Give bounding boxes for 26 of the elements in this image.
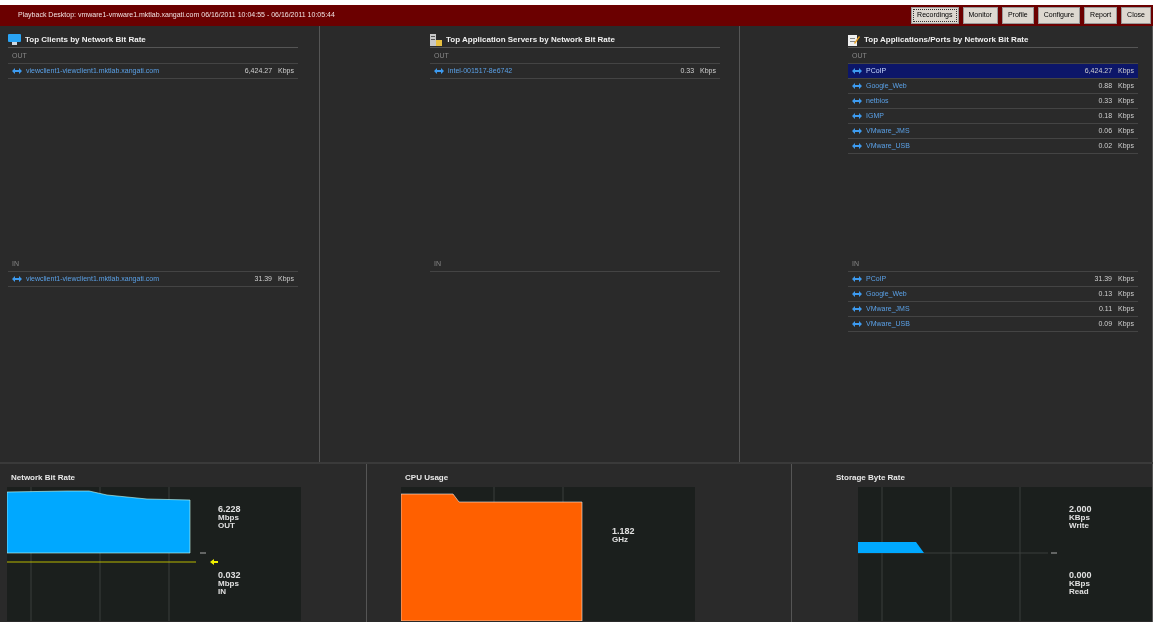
chart-title: Network Bit Rate (11, 472, 75, 484)
double-arrow-icon (852, 68, 862, 74)
chart-title: Storage Byte Rate (836, 472, 905, 484)
panel-title: Top Clients by Network Bit Rate (25, 33, 146, 46)
panel-title: Top Applications/Ports by Network Bit Rate (864, 33, 1029, 46)
panel-title: Top Application Servers by Network Bit Rate (446, 33, 615, 46)
chart-reading: 2.000 KBps Write (1069, 505, 1092, 530)
chart-reading: 1.182 GHz (612, 527, 635, 544)
chart-reading: 0.032 Mbps IN (218, 571, 241, 596)
double-arrow-icon (12, 276, 22, 282)
double-arrow-icon (852, 291, 862, 297)
double-arrow-icon (852, 143, 862, 149)
double-arrow-icon (852, 128, 862, 134)
chart-reading: 0.000 KBps Read (1069, 571, 1092, 596)
double-arrow-icon (852, 306, 862, 312)
monitor-icon (8, 34, 21, 45)
double-arrow-icon (12, 68, 22, 74)
double-arrow-icon (852, 83, 862, 89)
double-arrow-icon (434, 68, 444, 74)
double-arrow-icon (852, 113, 862, 119)
chart-reading: 6.228 Mbps OUT (218, 505, 241, 530)
notepad-icon (848, 33, 860, 46)
chart-title: CPU Usage (405, 472, 449, 484)
double-arrow-icon (852, 98, 862, 104)
double-arrow-icon (852, 321, 862, 327)
double-arrow-icon (852, 276, 862, 282)
